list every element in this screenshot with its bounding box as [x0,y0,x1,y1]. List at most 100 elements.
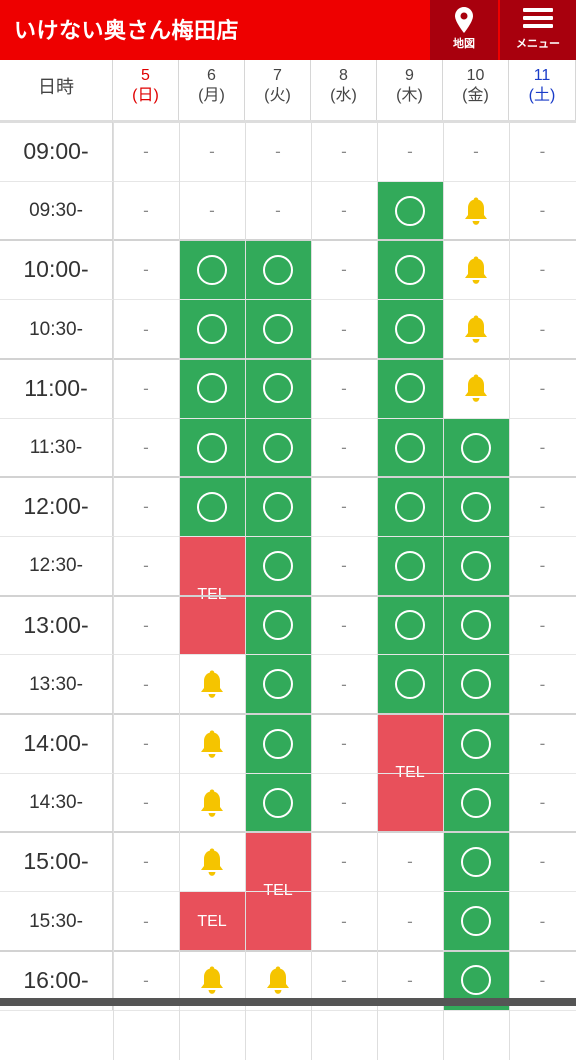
slot-unavailable: - [539,911,546,931]
slot-available[interactable] [443,476,509,537]
slot-waitlist[interactable] [179,832,245,891]
slot-available[interactable] [443,535,509,596]
slot-available[interactable] [377,417,443,478]
column-divider [179,120,180,1060]
day-weekday: (土) [528,87,556,104]
slot-available[interactable] [443,713,509,774]
circle-icon [461,965,491,996]
day-header: 11 (土) [509,60,576,120]
time-label: 10:30- [0,299,113,359]
day-number: 5 [141,67,150,84]
bell-icon [201,789,223,817]
day-weekday: (水) [330,87,357,104]
slot-waitlist[interactable] [179,655,245,714]
row-divider [0,891,576,893]
slot-available[interactable] [245,476,311,537]
slot-unavailable: - [539,260,546,280]
time-label: 13:00- [0,595,113,655]
slot-waitlist[interactable] [443,240,509,299]
row-divider [0,476,576,479]
slot-waitlist[interactable] [179,714,245,773]
menu-button[interactable]: メニュー [500,0,576,60]
circle-icon [461,610,491,641]
slot-available[interactable] [443,772,509,833]
row-divider [0,239,576,242]
day-header: 10 (金) [443,60,509,120]
slot-available[interactable] [377,180,443,241]
slot-unavailable: - [539,734,546,753]
slot-available[interactable] [245,358,311,419]
slot-unavailable: - [341,734,347,753]
slot-unavailable: - [143,319,149,339]
slot-unavailable: - [143,556,149,576]
slot-unavailable: - [275,201,281,221]
slot-available[interactable] [377,654,443,715]
slot-available[interactable] [179,417,245,478]
time-label: 15:00- [0,832,113,892]
slot-available[interactable] [443,654,509,715]
slot-available[interactable] [377,299,443,360]
circle-icon [263,373,293,404]
circle-icon [395,373,425,404]
slot-available[interactable] [179,476,245,537]
circle-icon [461,787,491,818]
bell-icon [465,256,487,284]
slot-unavailable: - [539,142,546,161]
circle-icon [461,669,491,700]
slot-available[interactable] [179,358,245,419]
bell-icon [267,966,289,995]
circle-icon [395,254,425,285]
circle-icon [197,373,227,404]
row-divider [0,180,576,182]
slot-available[interactable] [245,772,311,833]
time-label: 13:30- [0,654,113,714]
slot-available[interactable] [179,299,245,360]
slot-unavailable: - [143,615,149,635]
bell-icon [201,966,223,995]
slot-unavailable: - [341,260,347,280]
slot-waitlist[interactable] [443,359,509,418]
slot-available[interactable] [377,476,443,537]
slot-available[interactable] [377,595,443,656]
slot-available[interactable] [245,299,311,360]
map-button-label: 地図 [453,37,475,50]
slot-available[interactable] [443,417,509,478]
slot-waitlist[interactable] [443,181,509,240]
slot-waitlist[interactable] [179,773,245,832]
slot-available[interactable] [377,239,443,300]
circle-icon [263,491,293,522]
slot-available[interactable] [443,831,509,892]
bell-icon [201,730,223,758]
time-label: 09:00- [0,122,113,181]
slot-available[interactable] [245,417,311,478]
slot-available[interactable] [245,239,311,300]
schedule-grid: 日時 5 (日) 6 (月) 7 (火) 8 (水) 9 (木) 10 (金) 11 (土) 09:00- -… [0,60,576,1060]
map-pin-icon [455,7,473,33]
slot-available[interactable] [245,713,311,774]
day-weekday: (月) [198,87,225,104]
row-divider [0,535,576,537]
slot-available[interactable] [245,654,311,715]
circle-icon [263,432,293,463]
slot-tel[interactable]: TEL [179,891,245,951]
shop-name[interactable]: いけない奥さん梅田店 [14,13,239,45]
slot-available[interactable] [377,535,443,596]
slot-unavailable: - [539,438,546,457]
map-button[interactable]: 地図 [430,0,498,60]
slot-unavailable: - [143,142,149,161]
circle-icon [461,906,491,937]
slot-available[interactable] [443,891,509,952]
row-divider [0,357,576,360]
slot-unavailable: - [341,911,347,931]
slot-waitlist[interactable] [443,300,509,359]
slot-available[interactable] [179,239,245,300]
circle-icon [263,550,293,581]
slot-available[interactable] [245,535,311,596]
circle-icon [263,787,293,818]
slot-unavailable: - [275,142,281,161]
bell-icon [465,374,487,403]
slot-available[interactable] [443,595,509,656]
day-number: 11 [533,67,551,84]
slot-available[interactable] [245,595,311,656]
slot-available[interactable] [377,358,443,419]
